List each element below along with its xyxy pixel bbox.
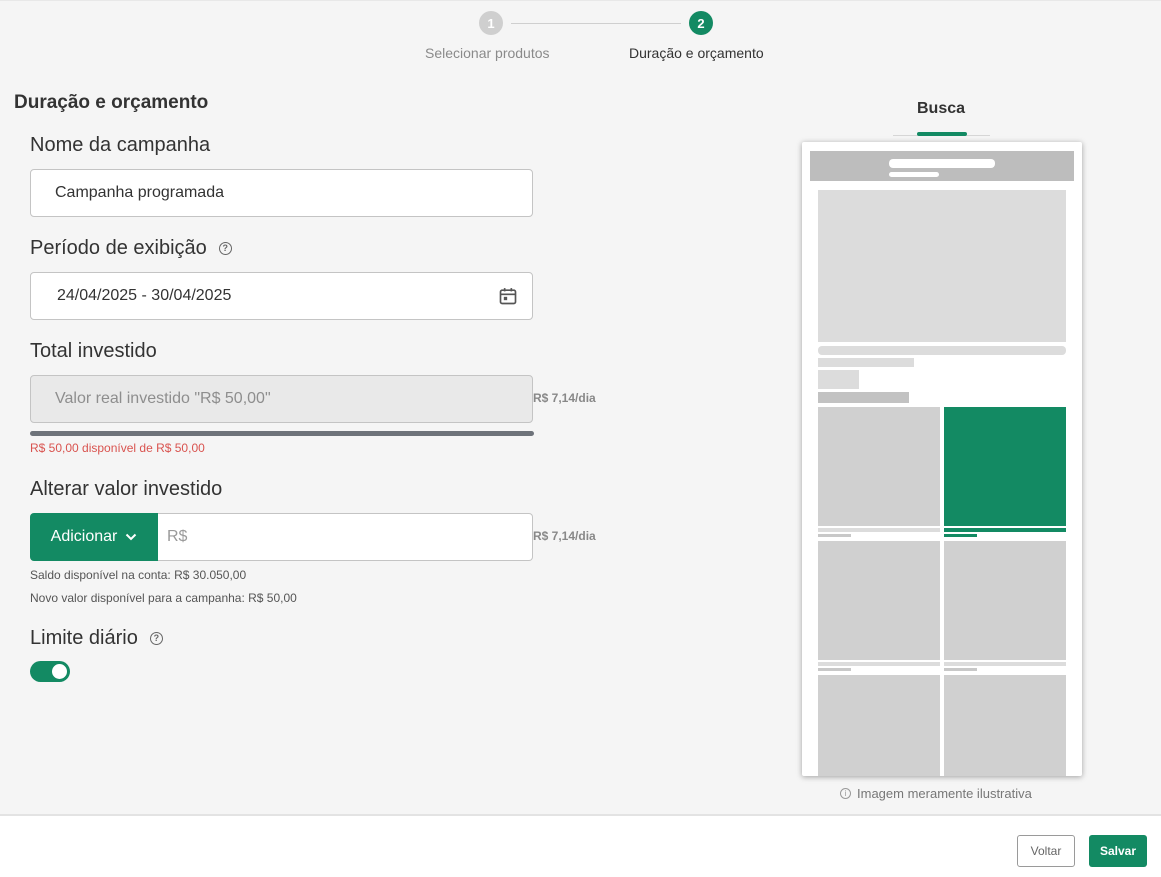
change-value-input[interactable] <box>158 513 533 561</box>
step-1-label: Selecionar produtos <box>425 45 550 61</box>
back-button[interactable]: Voltar <box>1017 835 1075 867</box>
mock-caption-line-short <box>944 668 977 671</box>
chevron-down-icon <box>126 533 137 541</box>
campaign-name-label: Nome da campanha <box>30 134 210 157</box>
toggle-knob <box>52 664 67 679</box>
mock-product-card <box>944 675 1066 776</box>
mock-caption-line <box>944 662 1066 666</box>
mock-product-card-highlight <box>944 407 1066 526</box>
available-budget-text: R$ 50,00 disponível de R$ 50,00 <box>30 441 205 455</box>
mock-caption-line-short-highlight <box>944 534 977 537</box>
save-button[interactable]: Salvar <box>1089 835 1147 867</box>
step-connector <box>511 23 681 24</box>
step-1-circle: 1 <box>479 11 503 35</box>
daily-limit-label: Limite diário ? <box>30 627 163 650</box>
step-2-label: Duração e orçamento <box>629 45 764 61</box>
add-dropdown-button[interactable]: Adicionar <box>30 513 158 561</box>
mock-banner <box>818 190 1066 342</box>
preview-caption-text: Imagem meramente ilustrativa <box>857 786 1032 801</box>
preview-mockup <box>802 142 1082 776</box>
campaign-name-input[interactable]: Campanha programada <box>30 169 533 217</box>
mock-product-card <box>818 675 940 776</box>
mock-line <box>818 370 859 389</box>
footer-bar: Voltar Salvar <box>0 814 1161 877</box>
add-button-label: Adicionar <box>50 528 118 545</box>
mock-product-card <box>818 541 940 660</box>
mock-caption-line <box>818 662 940 666</box>
mock-line <box>818 358 914 367</box>
preview-caption: i Imagem meramente ilustrativa <box>840 786 1032 801</box>
mock-product-card <box>944 541 1066 660</box>
total-invested-label: Total investido <box>30 340 157 363</box>
mock-caption-line-highlight <box>944 528 1066 532</box>
period-label-text: Período de exibição <box>30 237 207 259</box>
change-value-group: Adicionar <box>30 513 533 561</box>
mock-caption-line-short <box>818 668 851 671</box>
section-title: Duração e orçamento <box>14 92 209 113</box>
total-invested-label-text: Total investido <box>30 340 157 362</box>
calendar-icon[interactable] <box>498 286 518 306</box>
account-balance-text: Saldo disponível na conta: R$ 30.050,00 <box>30 568 247 582</box>
change-value-label-text: Alterar valor investido <box>30 478 223 500</box>
total-per-day: R$ 7,14/dia <box>533 391 596 405</box>
mock-line <box>818 346 1066 355</box>
period-label: Período de exibição ? <box>30 237 232 260</box>
mock-caption-line <box>818 528 940 532</box>
period-value: 24/04/2025 - 30/04/2025 <box>57 287 232 304</box>
mock-line <box>818 392 909 403</box>
daily-limit-toggle[interactable] <box>30 661 70 682</box>
total-invested-input: Valor real investido "R$ 50,00" <box>30 375 533 423</box>
period-help-icon[interactable]: ? <box>218 242 232 255</box>
campaign-name-value: Campanha programada <box>55 184 224 201</box>
daily-limit-help-icon[interactable]: ? <box>149 632 163 645</box>
mock-product-card <box>818 407 940 526</box>
mock-caption-line-short <box>818 534 851 537</box>
info-icon: i <box>840 788 851 799</box>
daily-limit-label-text: Limite diário <box>30 627 138 649</box>
change-value-label: Alterar valor investido <box>30 478 222 501</box>
period-date-input[interactable]: 24/04/2025 - 30/04/2025 <box>30 272 533 320</box>
tab-busca[interactable]: Busca <box>917 100 965 118</box>
campaign-name-label-text: Nome da campanha <box>30 134 211 156</box>
total-invested-placeholder: Valor real investido "R$ 50,00" <box>55 390 271 407</box>
stepper: 1 2 Selecionar produtos Duração e orçame… <box>0 0 1161 80</box>
mock-header-title <box>889 159 995 168</box>
new-value-text: Novo valor disponível para a campanha: R… <box>30 591 297 605</box>
budget-progress-bar <box>30 431 534 436</box>
mock-header-subtitle <box>889 172 939 177</box>
tab-active-indicator <box>917 132 967 136</box>
change-per-day: R$ 7,14/dia <box>533 529 596 543</box>
step-2-circle: 2 <box>689 11 713 35</box>
